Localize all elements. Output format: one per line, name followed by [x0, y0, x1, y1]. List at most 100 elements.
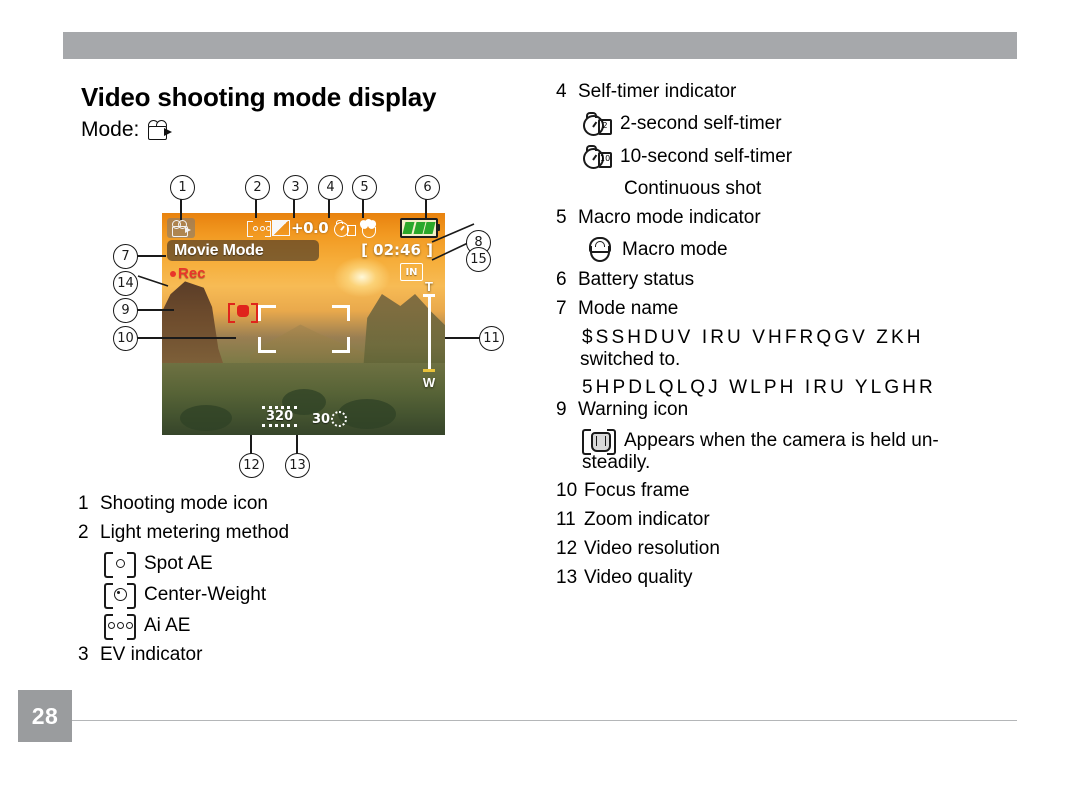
- zoom-wide-label: W: [422, 375, 436, 390]
- footer-divider: [72, 720, 1017, 721]
- legend-item-2: 2 Light metering method: [78, 523, 518, 542]
- callout-3: 3: [283, 175, 308, 200]
- video-quality-value: 30: [312, 411, 331, 427]
- timer-option-10s: 10 10-second self-timer: [582, 144, 1080, 169]
- callout-15: 15: [466, 247, 491, 272]
- video-resolution-icon: 320: [262, 406, 298, 427]
- metering-option-spot-ae: Spot AE: [104, 552, 518, 578]
- self-timer-10s-icon: 10: [582, 144, 612, 169]
- legend-label: Zoom indicator: [584, 509, 710, 530]
- legend-number: 7: [556, 298, 567, 319]
- warning-desc-row: Appears when the camera is held un-: [582, 429, 1080, 455]
- legend-number: 6: [556, 269, 567, 290]
- callout-10: 10: [113, 326, 138, 351]
- quality-ring-icon: [331, 411, 348, 427]
- legend-item-13: 13 Video quality: [556, 568, 1080, 587]
- legend-label: Light metering method: [100, 522, 290, 543]
- callout-9: 9: [113, 298, 138, 323]
- legend-number: 10: [556, 480, 578, 501]
- mode-label: Mode:: [81, 118, 140, 141]
- callout-5: 5: [352, 175, 377, 200]
- leader-7: [136, 255, 166, 257]
- legend-label: Warning icon: [578, 399, 689, 420]
- timer-badge-10: 10: [598, 152, 612, 168]
- zoom-track: [427, 296, 431, 372]
- macro-option: Macro mode: [586, 237, 1080, 262]
- ev-value: +0.0: [291, 219, 329, 237]
- legend-label: Video resolution: [584, 538, 720, 559]
- legend-item-10: 10 Focus frame: [556, 481, 1080, 500]
- rec-label: Rec: [178, 265, 206, 282]
- legend-label: Video quality: [584, 567, 693, 588]
- lcd-preview: +0.0 Movie Mode Rec [ 02:46 ] IN T W 320…: [162, 213, 445, 435]
- legend-item-11: 11 Zoom indicator: [556, 510, 1080, 529]
- legend-item-6: 6 Battery status: [556, 270, 1080, 289]
- macro-mode-icon: [586, 237, 614, 262]
- ai-ae-icon: [104, 614, 136, 640]
- leader-13: [296, 435, 298, 454]
- mode-name-desc-line3: 5HPDLQLQJ WLPH IRU YLGHR: [582, 377, 936, 398]
- metering-option-label: Center-Weight: [144, 583, 267, 605]
- left-legend-list: 1 Shooting mode icon 2 Light metering me…: [78, 494, 518, 674]
- page-title: Video shooting mode display: [81, 82, 437, 112]
- warning-desc-line1: Appears when the camera is held un-: [624, 429, 939, 451]
- metering-option-label: Spot AE: [144, 552, 213, 574]
- shake-warning-icon: [582, 429, 616, 455]
- legend-number: 2: [78, 522, 89, 543]
- internal-memory-icon: IN: [400, 263, 423, 281]
- osd-overlay: +0.0 Movie Mode Rec [ 02:46 ] IN T W 320…: [162, 213, 445, 435]
- warning-desc-line2: steadily.: [582, 452, 651, 473]
- focus-frame-icon: [258, 305, 350, 353]
- page-number: 28: [18, 690, 72, 742]
- timer-option-label: 2-second self-timer: [620, 112, 782, 134]
- legend-number: 12: [556, 538, 578, 559]
- light-metering-icon: [247, 221, 271, 237]
- shooting-mode-icon: [167, 218, 195, 238]
- legend-number: 5: [556, 207, 567, 228]
- timer-option-label: 10-second self-timer: [620, 145, 793, 167]
- callout-12: 12: [239, 453, 264, 478]
- legend-item-9: 9 Warning icon: [556, 400, 1080, 419]
- leader-14: [137, 275, 169, 287]
- legend-label: Macro mode indicator: [578, 207, 761, 228]
- callout-13: 13: [285, 453, 310, 478]
- callout-2: 2: [245, 175, 270, 200]
- mode-line: Mode:: [81, 118, 174, 142]
- osd-top-row: +0.0: [167, 216, 440, 240]
- legend-label: Battery status: [578, 269, 695, 290]
- legend-item-12: 12 Video resolution: [556, 539, 1080, 558]
- timer-option-continuous: Continuous shot: [586, 177, 1080, 199]
- legend-number: 3: [78, 644, 89, 665]
- legend-item-7: 7 Mode name: [556, 299, 1080, 318]
- legend-number: 4: [556, 82, 567, 102]
- legend-number: 11: [556, 509, 576, 530]
- callout-14: 14: [113, 271, 138, 296]
- macro-option-label: Macro mode: [622, 238, 728, 260]
- leader-10: [136, 337, 236, 339]
- legend-label: Self-timer indicator: [578, 82, 737, 102]
- mode-name-bar: Movie Mode: [167, 240, 319, 261]
- legend-label: Mode name: [578, 298, 679, 319]
- timer-badge-2: 2: [598, 119, 612, 135]
- legend-item-4: 4 Self-timer indicator: [556, 82, 1080, 101]
- legend-number: 1: [78, 493, 89, 514]
- metering-option-label: Ai AE: [144, 614, 191, 636]
- legend-item-5: 5 Macro mode indicator: [556, 208, 1080, 227]
- leader-12: [250, 435, 252, 454]
- self-timer-2s-icon: 2: [582, 111, 612, 136]
- movie-camera-icon: [148, 120, 174, 140]
- timer-option-2s: 2 2-second self-timer: [582, 111, 1080, 136]
- legend-label: EV indicator: [100, 644, 203, 665]
- metering-option-ai-ae: Ai AE: [104, 614, 518, 640]
- rec-indicator: Rec: [170, 265, 206, 282]
- callout-11: 11: [479, 326, 504, 351]
- right-legend-list: 4 Self-timer indicator 2 2-second self-t…: [556, 82, 1080, 597]
- self-timer-icon: [334, 220, 357, 237]
- mode-name-text: Movie Mode: [174, 241, 264, 259]
- legend-item-1: 1 Shooting mode icon: [78, 494, 518, 513]
- zoom-indicator: T W: [421, 279, 437, 390]
- legend-number: 13: [556, 567, 578, 588]
- zoom-bottom-cap: [423, 369, 435, 372]
- leader-9: [136, 309, 174, 311]
- page-header-bar: [63, 32, 1017, 59]
